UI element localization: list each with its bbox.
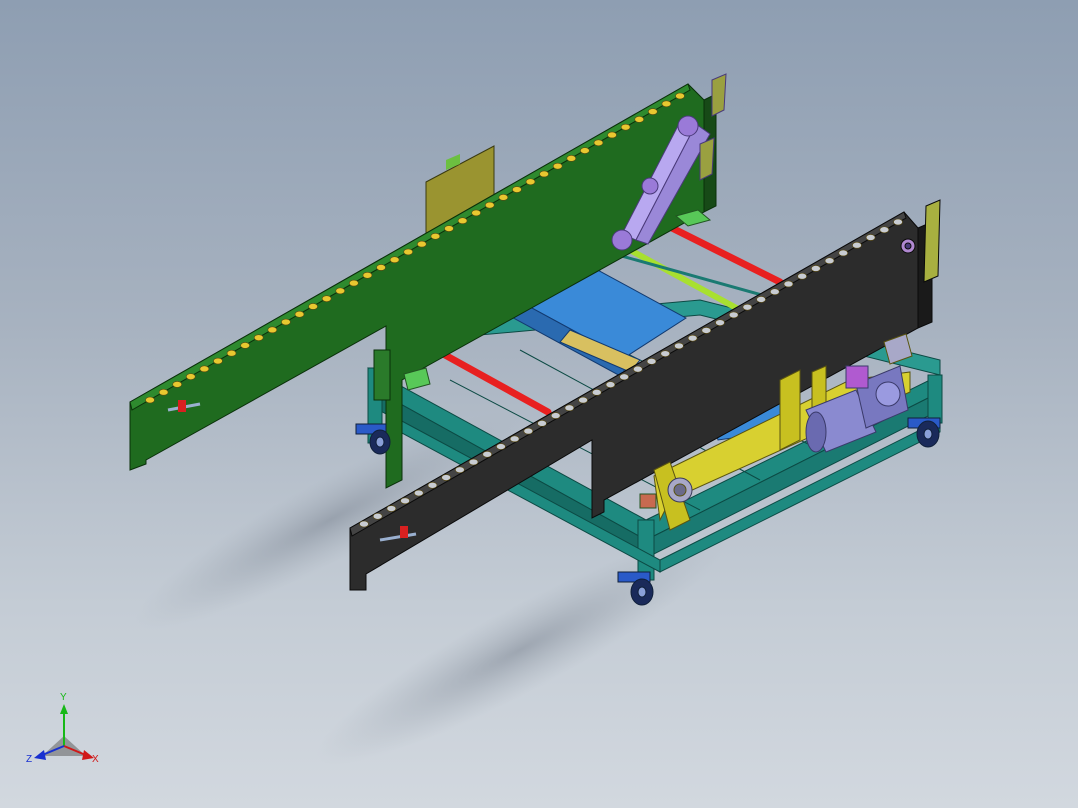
roller <box>359 520 369 528</box>
roller <box>564 404 575 412</box>
roller <box>427 481 438 489</box>
roller <box>539 170 549 178</box>
roller <box>646 358 657 365</box>
roller <box>756 296 766 303</box>
y-axis-label: Y <box>60 692 67 703</box>
x-axis-label: X <box>92 754 99 765</box>
roller <box>593 139 604 147</box>
roller <box>484 201 495 209</box>
roller <box>240 342 250 349</box>
z-axis-arrow <box>34 750 46 760</box>
roller <box>633 365 643 373</box>
roller <box>308 303 318 310</box>
roller <box>253 334 264 341</box>
roller <box>619 373 629 381</box>
roller <box>783 280 794 288</box>
roller <box>728 311 739 319</box>
roller <box>441 474 451 481</box>
z-axis-label: Z <box>26 754 32 765</box>
roller <box>416 240 427 248</box>
roller <box>879 226 890 234</box>
roller <box>386 505 397 512</box>
roller <box>335 287 346 295</box>
roller <box>701 327 712 334</box>
roller <box>362 271 373 279</box>
roller <box>281 318 291 326</box>
roller <box>444 225 454 232</box>
roller <box>471 209 481 217</box>
roller <box>537 420 547 427</box>
roller <box>512 186 522 193</box>
roller <box>742 303 753 311</box>
roller <box>674 342 684 350</box>
roller <box>634 116 645 123</box>
roller <box>525 178 536 186</box>
roller <box>321 295 332 302</box>
roller <box>403 248 414 256</box>
roller <box>185 373 196 380</box>
roller <box>213 357 223 365</box>
cad-viewport[interactable]: Y X Z <box>0 0 1078 808</box>
roller <box>591 389 602 396</box>
roller <box>372 512 383 520</box>
roller <box>797 272 807 280</box>
roller <box>550 412 561 419</box>
roller <box>578 396 588 404</box>
roller <box>172 381 182 388</box>
roller <box>496 443 506 450</box>
roller <box>893 218 903 226</box>
roller <box>660 350 671 357</box>
roller <box>498 194 509 201</box>
roller <box>457 217 468 225</box>
roller <box>376 264 386 271</box>
roller <box>811 265 821 272</box>
roller <box>865 234 876 241</box>
roller <box>607 131 617 139</box>
roller <box>620 123 631 131</box>
roller <box>605 381 616 388</box>
roller <box>566 155 577 162</box>
roller <box>509 435 520 443</box>
roller <box>552 162 563 170</box>
roller <box>482 451 493 458</box>
roller <box>413 489 424 497</box>
caster-front-left <box>355 423 391 455</box>
roller <box>455 466 465 474</box>
conveyor-assembly-model[interactable] <box>0 0 1078 808</box>
roller <box>648 108 658 115</box>
roller <box>199 365 210 373</box>
roller <box>769 288 780 295</box>
roller <box>675 92 685 100</box>
roller <box>349 279 359 287</box>
roller <box>294 310 305 318</box>
y-axis-arrow <box>60 704 68 714</box>
roller <box>468 458 479 466</box>
roller <box>852 241 862 249</box>
roller <box>687 334 698 342</box>
roller <box>661 100 672 108</box>
roller <box>389 256 400 263</box>
roller <box>226 349 237 357</box>
roller <box>824 257 835 265</box>
roller <box>400 497 410 505</box>
roller <box>715 319 725 326</box>
roller <box>580 147 590 154</box>
roller <box>158 388 169 396</box>
roller <box>267 326 278 334</box>
roller <box>145 396 155 404</box>
roller <box>838 249 849 257</box>
roller <box>430 233 441 240</box>
roller <box>523 427 534 435</box>
axis-triad: Y X Z <box>26 692 99 765</box>
